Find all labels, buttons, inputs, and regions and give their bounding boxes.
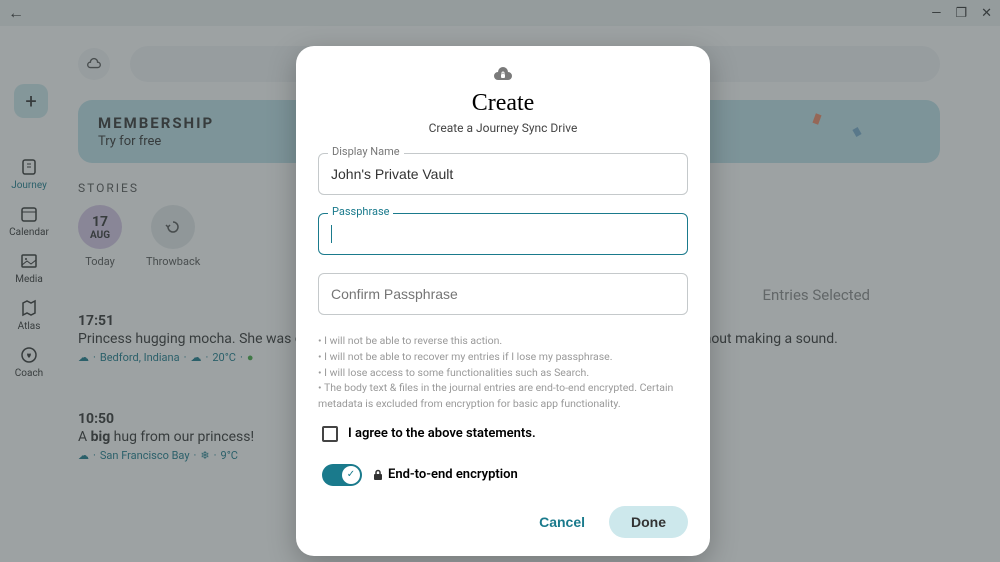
lock-icon — [372, 469, 384, 481]
confirm-passphrase-field — [318, 273, 688, 315]
agree-label: I agree to the above statements. — [348, 426, 536, 441]
passphrase-field: Passphrase — [318, 213, 688, 255]
confirm-passphrase-input[interactable] — [318, 273, 688, 315]
modal-title: Create — [318, 90, 688, 117]
cancel-button[interactable]: Cancel — [525, 506, 599, 538]
display-name-field: Display Name — [318, 153, 688, 195]
modal-subtitle: Create a Journey Sync Drive — [318, 121, 688, 135]
field-label: Display Name — [328, 145, 404, 158]
create-drive-modal: Create Create a Journey Sync Drive Displ… — [296, 46, 710, 556]
disclaimer-text: • I will not be able to reverse this act… — [318, 333, 688, 412]
e2e-label: End-to-end encryption — [372, 467, 518, 482]
field-label: Passphrase — [328, 205, 393, 218]
toggle-knob: ✓ — [342, 466, 360, 484]
done-button[interactable]: Done — [609, 506, 688, 538]
agree-checkbox[interactable] — [322, 426, 338, 442]
text-caret — [331, 225, 332, 243]
modal-actions: Cancel Done — [318, 506, 688, 538]
cloud-lock-icon — [318, 66, 688, 84]
display-name-input[interactable] — [318, 153, 688, 195]
passphrase-input[interactable] — [318, 213, 688, 255]
e2e-row: ✓ End-to-end encryption — [318, 464, 688, 486]
e2e-toggle[interactable]: ✓ — [322, 464, 362, 486]
agree-row[interactable]: I agree to the above statements. — [318, 426, 688, 442]
